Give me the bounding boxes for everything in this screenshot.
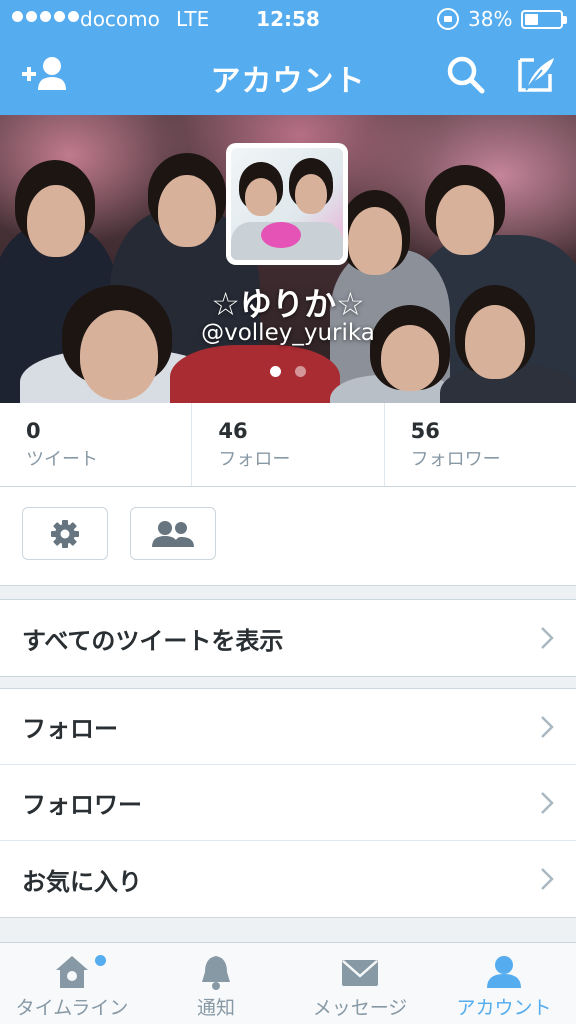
profile-header-photo[interactable]: ☆ゆりか☆ @volley_yurika <box>0 115 576 403</box>
list-item-following[interactable]: フォロー <box>0 689 576 765</box>
search-icon <box>447 56 485 94</box>
list-item-label: フォロー <box>22 715 118 743</box>
people-icon <box>152 520 194 547</box>
gear-icon <box>51 519 79 548</box>
tab-messages[interactable]: メッセージ <box>288 943 432 1024</box>
list-item-favorites[interactable]: お気に入り <box>0 841 576 917</box>
lists-button[interactable] <box>130 507 216 560</box>
stat-following[interactable]: 46 フォロー <box>192 403 385 486</box>
person-icon <box>487 956 521 988</box>
stat-count: 0 <box>26 419 41 443</box>
chevron-right-icon <box>541 792 554 814</box>
tweets-section: すべてのツイートを表示 <box>0 599 576 677</box>
list-item-followers[interactable]: フォロワー <box>0 765 576 841</box>
battery-percent: 38% <box>468 7 513 31</box>
settings-button[interactable] <box>22 507 108 560</box>
compose-button[interactable] <box>506 50 566 102</box>
bell-icon <box>202 956 230 990</box>
search-button[interactable] <box>436 50 496 102</box>
list-item-label: お気に入り <box>22 867 142 896</box>
stat-label: ツイート <box>26 449 98 470</box>
tab-account[interactable]: アカウント <box>432 943 576 1024</box>
compose-icon <box>518 58 554 92</box>
list-item-all-tweets[interactable]: すべてのツイートを表示 <box>0 600 576 676</box>
tab-label: タイムライン <box>15 997 129 1019</box>
navigation-bar: アカウント <box>0 38 576 115</box>
tab-label: メッセージ <box>312 997 408 1019</box>
stat-label: フォロー <box>218 449 291 470</box>
chevron-right-icon <box>541 868 554 890</box>
home-icon <box>56 956 88 988</box>
rotation-lock-icon <box>437 8 459 30</box>
tab-timeline[interactable]: タイムライン <box>0 943 144 1024</box>
page-indicator-dot <box>270 366 281 377</box>
list-item-label: フォロワー <box>22 791 142 819</box>
tab-bar: タイムライン 通知 メッセージ アカウント <box>0 942 576 1024</box>
avatar-photo-figure <box>295 174 327 214</box>
avatar-photo-sticker <box>261 222 301 248</box>
stat-label: フォロワー <box>410 449 501 470</box>
status-bar: docomo LTE 12:58 38% <box>0 0 576 38</box>
avatar-photo <box>231 148 343 260</box>
stat-count: 46 <box>218 419 248 443</box>
account-links-section: フォロー フォロワー お気に入り <box>0 688 576 918</box>
top-bar: docomo LTE 12:58 38% アカウント <box>0 0 576 115</box>
chevron-right-icon <box>541 716 554 738</box>
profile-name: ☆ゆりか☆ <box>211 285 365 323</box>
page-indicator-dot <box>295 366 306 377</box>
battery-fill <box>525 14 538 25</box>
tab-label: 通知 <box>196 997 235 1019</box>
chevron-right-icon <box>541 627 554 649</box>
stat-count: 56 <box>410 419 440 443</box>
tab-label: アカウント <box>456 997 552 1019</box>
profile-actions <box>0 487 576 586</box>
tab-notifications[interactable]: 通知 <box>144 943 288 1024</box>
stat-followers[interactable]: 56 フォロワー <box>385 403 576 486</box>
mail-icon <box>342 960 378 986</box>
profile-stats: 0 ツイート 46 フォロー 56 フォロワー <box>0 403 576 487</box>
header-page-indicator[interactable] <box>0 366 576 377</box>
profile-avatar[interactable] <box>226 143 348 265</box>
header-photo-figure <box>158 175 216 247</box>
list-item-label: すべてのツイートを表示 <box>22 626 284 655</box>
battery-icon <box>521 10 567 29</box>
header-photo-figure <box>27 185 85 257</box>
profile-handle: @volley_yurika <box>201 320 375 346</box>
header-photo-figure <box>436 185 494 255</box>
avatar-photo-figure <box>245 178 277 216</box>
stat-tweets[interactable]: 0 ツイート <box>0 403 193 486</box>
timeline-badge <box>95 955 106 966</box>
header-photo-figure <box>348 207 402 275</box>
